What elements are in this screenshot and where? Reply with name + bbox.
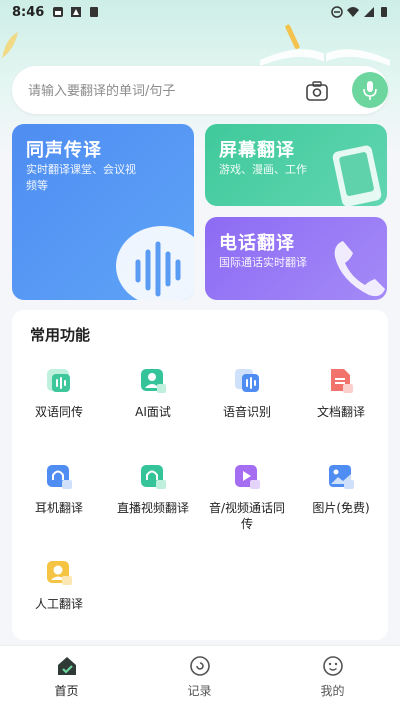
nav-label: 记录 (187, 684, 212, 698)
image-icon (329, 465, 354, 489)
leaf-illustration (2, 32, 18, 58)
feature-label: 音/视频通话同传 (208, 501, 286, 531)
feature-bilingual[interactable]: 双语同传 (12, 366, 106, 420)
feature-label: 图片(免费) (312, 501, 370, 515)
feature-label: 语音识别 (222, 405, 271, 419)
document-icon (331, 369, 353, 393)
battery-icon (381, 7, 387, 17)
feature-label: 双语同传 (34, 405, 83, 419)
bilingual-icon (47, 369, 70, 392)
voice-input-button[interactable] (352, 72, 388, 108)
records-icon (189, 656, 210, 676)
wifi-icon (347, 7, 359, 17)
feature-label: AI面试 (135, 405, 171, 419)
home-icon (57, 657, 76, 675)
ai-interview-icon (141, 369, 166, 393)
feature-label: 人工翻译 (34, 597, 83, 611)
card-title: 同声传译 (26, 140, 102, 161)
feature-live-video[interactable]: 直播视频翻译 (106, 462, 200, 516)
av-call-icon (235, 465, 260, 489)
feature-earphone[interactable]: 耳机翻译 (12, 462, 106, 516)
human-translation-icon (47, 561, 72, 585)
profile-icon (322, 656, 343, 676)
search-bar (12, 66, 388, 114)
feature-human-translation[interactable]: 人工翻译 (12, 558, 106, 612)
card-title: 电话翻译 (219, 233, 295, 254)
feature-image[interactable]: 图片(免费) (294, 462, 388, 516)
feature-voice-recognition[interactable]: 语音识别 (200, 366, 294, 420)
card-subtitle: 国际通话实时翻译 (219, 256, 307, 269)
status-time: 8:46 (12, 5, 45, 20)
live-video-icon (141, 465, 166, 489)
warning-icon (71, 7, 81, 17)
nav-home[interactable]: 首页 (0, 646, 133, 711)
section-title: 常用功能 (30, 326, 91, 344)
sim-icon (90, 7, 98, 17)
search-input[interactable] (26, 78, 290, 104)
nav-label: 首页 (54, 684, 79, 698)
book-illustration (260, 24, 390, 66)
phone-icon (334, 241, 385, 297)
bottom-navigation: 首页 记录 我的 (0, 645, 400, 711)
feature-label: 文档翻译 (316, 405, 365, 419)
phone-translation-card[interactable]: 电话翻译 国际通话实时翻译 (205, 217, 387, 300)
audio-wave-icon (116, 226, 194, 300)
nav-profile[interactable]: 我的 (266, 646, 399, 711)
screen-translation-card[interactable]: 屏幕翻译 游戏、漫画、工作 (205, 124, 387, 206)
card-title: 屏幕翻译 (219, 140, 295, 161)
camera-icon[interactable] (304, 78, 330, 104)
voice-recognition-icon (235, 369, 259, 392)
feature-av-call[interactable]: 音/视频通话同传 (200, 462, 294, 532)
feature-label: 耳机翻译 (34, 501, 83, 515)
nav-records[interactable]: 记录 (133, 646, 266, 711)
tablet-icon (332, 145, 382, 206)
common-functions-panel: 常用功能 双语同传 AI面试 语音识别 文档翻译 耳机翻译 直播视频翻译 音/视… (12, 310, 388, 640)
microphone-icon (363, 81, 377, 100)
simultaneous-interpretation-card[interactable]: 同声传译 实时翻译课堂、会议视频等 (12, 124, 194, 300)
status-bar: 8:46 (0, 0, 400, 26)
earphone-icon (47, 465, 72, 489)
card-subtitle: 游戏、漫画、工作 (219, 163, 307, 176)
feature-document[interactable]: 文档翻译 (294, 366, 388, 420)
feature-ai-interview[interactable]: AI面试 (106, 366, 200, 420)
feature-label: 直播视频翻译 (116, 501, 189, 515)
signal-icon (364, 7, 374, 17)
card-subtitle: 实时翻译课堂、会议视频等 (26, 163, 136, 192)
notification-icon (53, 7, 63, 17)
nav-label: 我的 (320, 684, 345, 698)
dnd-icon (331, 6, 343, 18)
